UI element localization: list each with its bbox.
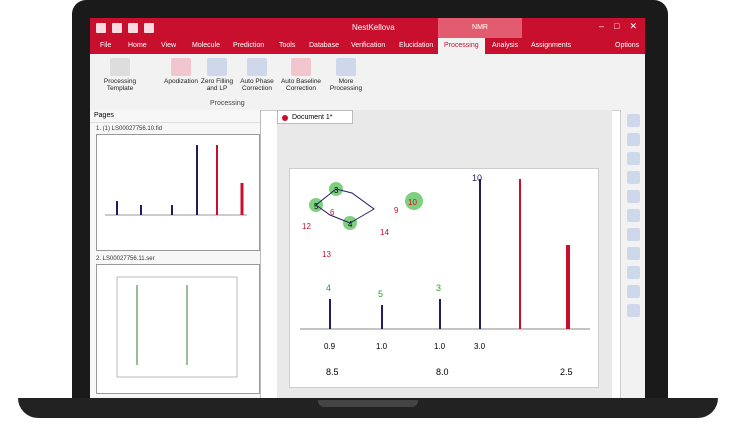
- auto-baseline-button[interactable]: Auto Baseline Correction: [278, 58, 324, 92]
- more-icon: [336, 58, 356, 76]
- apodization-button[interactable]: Apodization: [160, 58, 202, 85]
- apodization-icon: [171, 58, 191, 76]
- svg-text:9: 9: [394, 206, 399, 215]
- zoom-in-icon[interactable]: [627, 114, 640, 127]
- baseline-icon[interactable]: [627, 285, 640, 298]
- pan-icon[interactable]: [627, 171, 640, 184]
- zoom-out-icon[interactable]: [627, 133, 640, 146]
- processing-template-button[interactable]: Processing Template: [98, 58, 142, 92]
- close-icon[interactable]: ✕: [629, 21, 637, 32]
- template-icon: [110, 58, 130, 76]
- integral-label: 0.9: [324, 342, 336, 351]
- group-label: Processing: [210, 100, 245, 107]
- fit-icon[interactable]: [627, 152, 640, 165]
- tab-view[interactable]: View: [161, 38, 176, 54]
- quick-access-toolbar: [96, 23, 154, 33]
- app-window: NestKellova NMR – □ ✕ File Home View Mol…: [90, 18, 645, 398]
- window-controls: – □ ✕: [599, 21, 637, 32]
- save-icon[interactable]: [112, 23, 122, 33]
- peak-label: 4: [326, 283, 331, 293]
- tab-database[interactable]: Database: [309, 38, 339, 54]
- molecule-structure: 3 5 6 4 10 9 12 13 14: [302, 182, 423, 259]
- auto-phase-icon: [247, 58, 267, 76]
- select-icon[interactable]: [627, 190, 640, 203]
- document-pane: Document 1* 3 5 6 4 10 9 12 13 14 4 5 3 …: [277, 110, 612, 398]
- zero-filling-button[interactable]: Zero Filling and LP: [200, 58, 234, 92]
- spectrum-view: 3 5 6 4 10 9 12 13 14 4 5 3 10 0.9 1.0 1…: [300, 173, 590, 377]
- tab-analysis[interactable]: Analysis: [492, 38, 518, 54]
- minimize-icon[interactable]: –: [599, 21, 604, 32]
- page-1-spectrum: [105, 145, 247, 216]
- title-bar: NestKellova NMR – □ ✕: [90, 18, 645, 38]
- print-icon[interactable]: [144, 23, 154, 33]
- tab-elucidation[interactable]: Elucidation: [399, 38, 433, 54]
- more-processing-button[interactable]: More Processing: [328, 58, 364, 92]
- tab-options[interactable]: Options: [615, 38, 639, 54]
- svg-text:14: 14: [380, 228, 389, 237]
- measure-icon[interactable]: [627, 209, 640, 222]
- window-title: NestKellova: [352, 23, 395, 32]
- tab-file[interactable]: File: [100, 38, 111, 54]
- tab-assignments[interactable]: Assignments: [531, 38, 571, 54]
- page-2-thumbnail[interactable]: [96, 264, 260, 394]
- pages-panel: Pages 1. (1) LS00027756.10.fid 2. LS0002…: [90, 110, 261, 398]
- integral-label: 1.0: [434, 342, 446, 351]
- peak-label: 3: [436, 283, 441, 293]
- axis-tick: 8.0: [436, 367, 449, 377]
- svg-text:13: 13: [322, 250, 331, 259]
- ribbon: Processing Template Apodization Zero Fil…: [90, 54, 645, 111]
- tab-molecule[interactable]: Molecule: [192, 38, 220, 54]
- svg-text:12: 12: [302, 222, 311, 231]
- app-icon[interactable]: [96, 23, 106, 33]
- axis-tick: 2.5: [560, 367, 573, 377]
- laptop-notch: [318, 400, 418, 407]
- right-toolbar: [620, 110, 645, 398]
- integral-label: 1.0: [376, 342, 388, 351]
- context-tab-nmr[interactable]: NMR: [438, 18, 522, 38]
- tab-tools[interactable]: Tools: [279, 38, 295, 54]
- svg-text:10: 10: [408, 198, 417, 207]
- undo-icon[interactable]: [128, 23, 138, 33]
- zero-filling-icon: [207, 58, 227, 76]
- page-2-label[interactable]: 2. LS00027756.11.ser: [96, 256, 155, 262]
- peak-pick-icon[interactable]: [627, 228, 640, 241]
- document-tab[interactable]: Document 1*: [277, 110, 353, 124]
- ribbon-tabs: File Home View Molecule Prediction Tools…: [90, 38, 645, 54]
- tab-verification[interactable]: Verification: [351, 38, 385, 54]
- document-icon: [282, 115, 288, 121]
- page-1-label[interactable]: 1. (1) LS00027756.10.fid: [96, 126, 162, 132]
- maximize-icon[interactable]: □: [614, 21, 619, 32]
- pages-header: Pages: [90, 110, 260, 123]
- auto-baseline-icon: [291, 58, 311, 76]
- tab-processing[interactable]: Processing: [438, 38, 485, 54]
- integral-label: 3.0: [474, 342, 486, 351]
- auto-phase-button[interactable]: Auto Phase Correction: [238, 58, 276, 92]
- page-2-spectrum: [116, 276, 238, 378]
- peak-label: 5: [378, 289, 383, 299]
- peak-label: 10: [472, 173, 482, 183]
- integrate-icon[interactable]: [627, 247, 640, 260]
- axis-tick: 8.5: [326, 367, 339, 377]
- tab-prediction[interactable]: Prediction: [233, 38, 264, 54]
- multiplet-icon[interactable]: [627, 266, 640, 279]
- page-1-thumbnail[interactable]: [96, 134, 260, 251]
- tab-home[interactable]: Home: [128, 38, 147, 54]
- spectrum-canvas[interactable]: 3 5 6 4 10 9 12 13 14 4 5 3 10 0.9 1.0 1…: [289, 168, 599, 388]
- settings-icon[interactable]: [627, 304, 640, 317]
